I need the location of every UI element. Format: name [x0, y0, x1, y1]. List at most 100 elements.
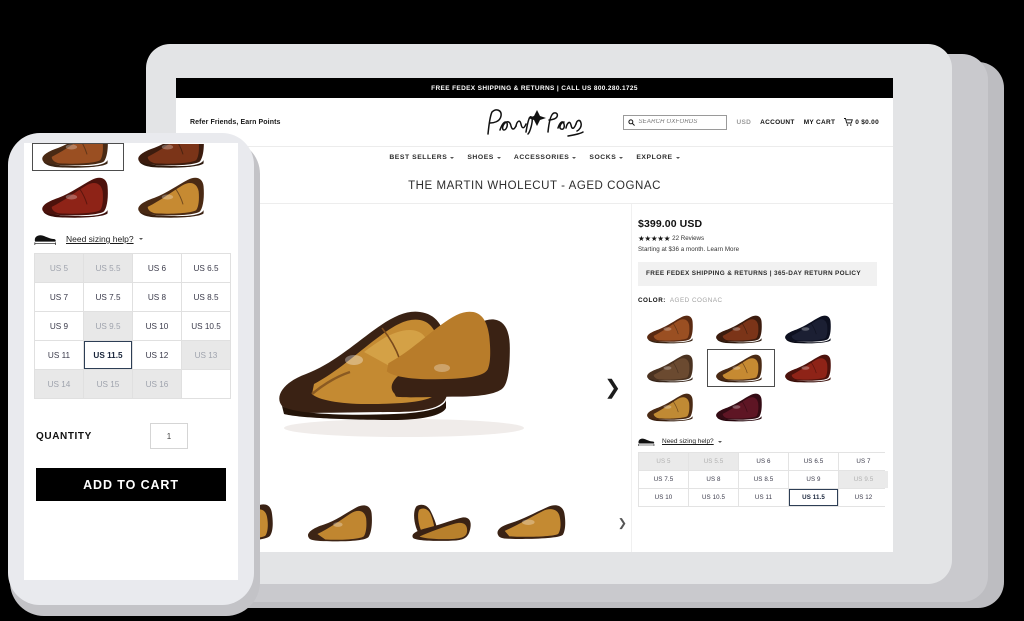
- size-option-us-7-5[interactable]: US 7.5: [639, 471, 688, 489]
- currency-selector[interactable]: USD: [736, 119, 751, 126]
- nav-label: ACCESSORIES: [513, 154, 570, 161]
- mobile-size-option-us-13: US 13: [182, 341, 230, 369]
- color-swatch-burgundy-patina[interactable]: [707, 388, 775, 427]
- mobile-size-option-us-6[interactable]: US 6: [133, 254, 181, 282]
- search-input[interactable]: [638, 119, 723, 125]
- account-link[interactable]: ACCOUNT: [760, 119, 795, 126]
- review-count: 22 Reviews: [672, 235, 705, 242]
- shoe-swatch-icon: [716, 354, 762, 383]
- color-swatch-grid: [638, 310, 877, 427]
- size-option-us-9[interactable]: US 9: [789, 471, 838, 489]
- size-option-us-6-5[interactable]: US 6.5: [789, 453, 838, 471]
- phone-device-frame: Need sizing help? US 5 US 5.5 US 6 US 6.5 US…: [8, 133, 254, 605]
- size-option-us-7[interactable]: US 7: [839, 453, 888, 471]
- mobile-size-option-us-7[interactable]: US 7: [35, 283, 83, 311]
- size-option-us-8-5[interactable]: US 8.5: [739, 471, 788, 489]
- gallery-thumbnail[interactable]: [294, 494, 388, 552]
- size-option-us-11-5[interactable]: US 11.5: [789, 489, 838, 507]
- mobile-size-option-us-14: US 14: [35, 370, 83, 398]
- mobile-color-swatch-aged-cognac[interactable]: [128, 171, 220, 223]
- mobile-sizing-help-label: Need sizing help?: [66, 234, 134, 244]
- chevron-down-icon: [572, 156, 577, 159]
- sizing-help-link[interactable]: Need sizing help?: [662, 438, 722, 445]
- color-swatch-midnight-navy[interactable]: [776, 310, 844, 349]
- phone-viewport: Need sizing help? US 5 US 5.5 US 6 US 6.5 US…: [24, 143, 238, 580]
- product-info-panel: $399.00 USD ★★★★★ 22 Reviews Starting at…: [631, 204, 893, 552]
- cart-summary[interactable]: 0 $0.00: [844, 118, 879, 126]
- add-to-cart-button[interactable]: ADD TO CART: [36, 468, 226, 501]
- shoe-swatch-icon: [716, 315, 762, 344]
- nav-item-accessories[interactable]: ACCESSORIES: [514, 154, 577, 161]
- gallery-next-arrow[interactable]: ❯: [604, 378, 621, 398]
- mobile-size-option-us-15: US 15: [84, 370, 132, 398]
- financing-note[interactable]: Starting at $36 a month. Learn More: [638, 246, 877, 253]
- nav-label: SHOES: [467, 154, 494, 161]
- mobile-color-swatch-dark-walnut[interactable]: [128, 143, 220, 171]
- mobile-size-option-us-7-5[interactable]: US 7.5: [84, 283, 132, 311]
- mobile-sizing-help-row: Need sizing help?: [24, 223, 238, 245]
- size-selector-mobile: US 5 US 5.5 US 6 US 6.5 US 7 US 7.5 US 8 US 8.5…: [34, 253, 231, 399]
- gallery-thumbnail[interactable]: [486, 494, 580, 552]
- gallery-thumbnail[interactable]: [390, 494, 484, 552]
- mobile-size-option-us-9-5: US 9.5: [84, 312, 132, 340]
- mobile-size-option-us-8-5[interactable]: US 8.5: [182, 283, 230, 311]
- shoe-swatch-icon: [647, 315, 693, 344]
- search-box[interactable]: [623, 114, 728, 130]
- size-option-us-10[interactable]: US 10: [639, 489, 688, 507]
- shoe-swatch-icon: [42, 144, 108, 168]
- mobile-size-option-us-9[interactable]: US 9: [35, 312, 83, 340]
- shoe-ruler-icon: [34, 235, 56, 245]
- mobile-size-option-us-11[interactable]: US 11: [35, 341, 83, 369]
- promo-banner-text: FREE FEDEX SHIPPING & RETURNS | CALL US …: [431, 84, 638, 92]
- size-option-us-9-5: US 9.5: [839, 471, 888, 489]
- color-swatch-dark-walnut[interactable]: [707, 310, 775, 349]
- nav-item-socks[interactable]: SOCKS: [589, 154, 624, 161]
- mobile-size-option-us-5-5: US 5.5: [84, 254, 132, 282]
- main-navigation: BEST SELLERS SHOES ACCESSORIES SOCKS EXP…: [176, 146, 893, 168]
- size-option-us-10-5[interactable]: US 10.5: [689, 489, 738, 507]
- nav-item-shoes[interactable]: SHOES: [467, 154, 501, 161]
- nav-label: EXPLORE: [636, 154, 673, 161]
- mobile-sizing-help-link[interactable]: Need sizing help?: [66, 234, 143, 244]
- shoe-swatch-icon: [647, 354, 693, 383]
- mobile-swatch-row: [32, 171, 230, 223]
- nav-item-best-sellers[interactable]: BEST SELLERS: [389, 154, 455, 161]
- cart-count: 0: [855, 118, 860, 126]
- nav-item-explore[interactable]: EXPLORE: [636, 154, 680, 161]
- refer-friends-link[interactable]: Refer Friends, Earn Points: [190, 119, 281, 126]
- quantity-label: QUANTITY: [36, 430, 92, 442]
- size-option-us-8[interactable]: US 8: [689, 471, 738, 489]
- shoe-hero-illustration: [278, 311, 524, 437]
- header-actions: USD ACCOUNT MY CART 0 $0.00: [623, 114, 879, 130]
- thumbnails-next-arrow[interactable]: ❯: [618, 517, 627, 530]
- mobile-color-swatch-chestnut-brown[interactable]: [32, 143, 124, 171]
- size-option-us-11[interactable]: US 11: [739, 489, 788, 507]
- mobile-size-option-us-10[interactable]: US 10: [133, 312, 181, 340]
- mobile-size-option-us-10-5[interactable]: US 10.5: [182, 312, 230, 340]
- sizing-help-label: Need sizing help?: [662, 438, 714, 446]
- color-swatch-chestnut-brown[interactable]: [638, 310, 706, 349]
- shoe-swatch-icon: [42, 177, 108, 218]
- product-rating[interactable]: ★★★★★ 22 Reviews: [638, 234, 877, 243]
- mobile-size-option-us-8[interactable]: US 8: [133, 283, 181, 311]
- site-header: Refer Friends, Earn Points SEARCH OXFORD…: [176, 98, 893, 146]
- color-swatch-brown-suede[interactable]: [638, 349, 706, 388]
- color-swatch-golden-tan[interactable]: [638, 388, 706, 427]
- mobile-size-option-us-16: US 16: [133, 370, 181, 398]
- mobile-size-option-us-6-5[interactable]: US 6.5: [182, 254, 230, 282]
- color-label: COLOR:: [638, 297, 666, 305]
- my-cart-link[interactable]: MY CART: [804, 119, 836, 126]
- mobile-size-option-us-12[interactable]: US 12: [133, 341, 181, 369]
- mobile-size-option-us-11-5[interactable]: US 11.5: [84, 341, 132, 369]
- size-option-us-12[interactable]: US 12: [839, 489, 888, 507]
- quantity-input[interactable]: [150, 431, 187, 441]
- quantity-stepper[interactable]: [149, 423, 188, 449]
- mobile-swatch-row: [32, 143, 230, 171]
- size-option-us-6[interactable]: US 6: [739, 453, 788, 471]
- cart-total: $0.00: [861, 118, 879, 126]
- mobile-color-swatch-oxblood-red[interactable]: [32, 171, 124, 223]
- shoe-thumb-angled-pair-icon: [308, 505, 372, 542]
- color-swatch-aged-cognac[interactable]: [707, 349, 775, 388]
- color-swatch-oxblood-red[interactable]: [776, 349, 844, 388]
- chevron-down-icon: [138, 238, 143, 240]
